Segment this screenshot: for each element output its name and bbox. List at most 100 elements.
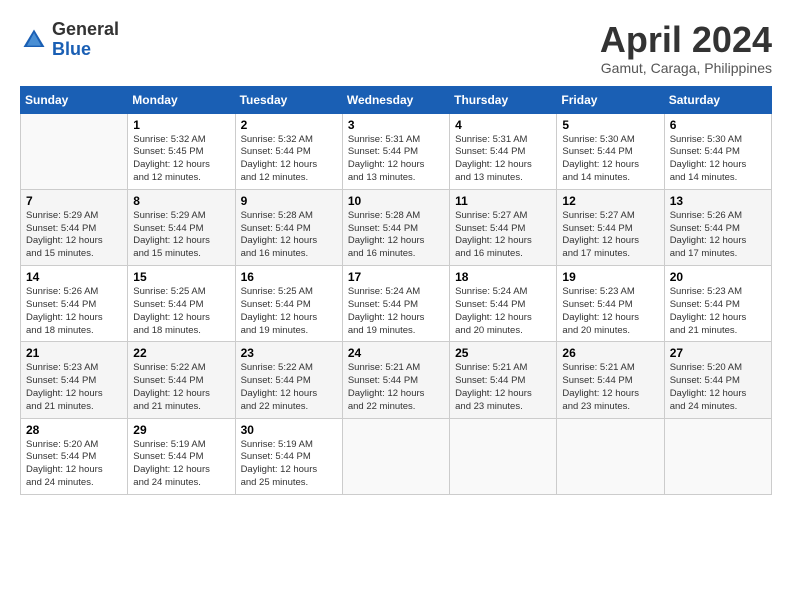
- calendar-week-row: 7 Sunrise: 5:29 AM Sunset: 5:44 PM Daylig…: [21, 189, 772, 265]
- calendar-cell: [21, 113, 128, 189]
- day-info: Sunrise: 5:22 AM Sunset: 5:44 PM Dayligh…: [241, 362, 337, 413]
- day-number: 28: [26, 423, 122, 437]
- day-info: Sunrise: 5:28 AM Sunset: 5:44 PM Dayligh…: [241, 210, 337, 261]
- calendar-cell: 10 Sunrise: 5:28 AM Sunset: 5:44 PM Dayli…: [342, 189, 449, 265]
- day-number: 18: [455, 270, 551, 284]
- day-number: 2: [241, 118, 337, 132]
- day-number: 25: [455, 346, 551, 360]
- day-info: Sunrise: 5:26 AM Sunset: 5:44 PM Dayligh…: [26, 286, 122, 337]
- calendar-cell: 18 Sunrise: 5:24 AM Sunset: 5:44 PM Dayli…: [450, 266, 557, 342]
- calendar-cell: 3Sunrise: 5:31 AM Sunset: 5:44 PM Daylig…: [342, 113, 449, 189]
- logo-icon: [20, 26, 48, 54]
- day-number: 16: [241, 270, 337, 284]
- day-number: 1: [133, 118, 229, 132]
- calendar-cell: 21Sunrise: 5:23 AM Sunset: 5:44 PM Dayli…: [21, 342, 128, 418]
- day-info: Sunrise: 5:19 AM Sunset: 5:44 PM Dayligh…: [241, 439, 337, 490]
- day-info: Sunrise: 5:22 AM Sunset: 5:44 PM Dayligh…: [133, 362, 229, 413]
- day-of-week-header: Saturday: [664, 86, 771, 113]
- day-info: Sunrise: 5:19 AM Sunset: 5:44 PM Dayligh…: [133, 439, 229, 490]
- calendar-cell: 22 Sunrise: 5:22 AM Sunset: 5:44 PM Dayli…: [128, 342, 235, 418]
- calendar-cell: 24 Sunrise: 5:21 AM Sunset: 5:44 PM Dayli…: [342, 342, 449, 418]
- day-number: 9: [241, 194, 337, 208]
- day-of-week-header: Monday: [128, 86, 235, 113]
- day-number: 6: [670, 118, 766, 132]
- calendar-cell: 7 Sunrise: 5:29 AM Sunset: 5:44 PM Daylig…: [21, 189, 128, 265]
- day-number: 19: [562, 270, 658, 284]
- day-number: 10: [348, 194, 444, 208]
- calendar-cell: [664, 418, 771, 494]
- location-subtitle: Gamut, Caraga, Philippines: [600, 60, 772, 76]
- day-number: 7: [26, 194, 122, 208]
- day-number: 23: [241, 346, 337, 360]
- logo-text: General Blue: [52, 20, 119, 60]
- calendar-header: SundayMondayTuesdayWednesdayThursdayFrid…: [21, 86, 772, 113]
- calendar-cell: 16 Sunrise: 5:25 AM Sunset: 5:44 PM Dayli…: [235, 266, 342, 342]
- calendar-cell: 27Sunrise: 5:20 AM Sunset: 5:44 PM Dayli…: [664, 342, 771, 418]
- day-info: Sunrise: 5:30 AM Sunset: 5:44 PM Dayligh…: [670, 134, 766, 185]
- calendar-week-row: 21Sunrise: 5:23 AM Sunset: 5:44 PM Dayli…: [21, 342, 772, 418]
- day-info: Sunrise: 5:32 AM Sunset: 5:44 PM Dayligh…: [241, 134, 337, 185]
- day-header-row: SundayMondayTuesdayWednesdayThursdayFrid…: [21, 86, 772, 113]
- calendar-week-row: 1Sunrise: 5:32 AM Sunset: 5:45 PM Daylig…: [21, 113, 772, 189]
- day-info: Sunrise: 5:30 AM Sunset: 5:44 PM Dayligh…: [562, 134, 658, 185]
- day-info: Sunrise: 5:21 AM Sunset: 5:44 PM Dayligh…: [348, 362, 444, 413]
- day-info: Sunrise: 5:23 AM Sunset: 5:44 PM Dayligh…: [670, 286, 766, 337]
- day-number: 26: [562, 346, 658, 360]
- calendar-cell: 17Sunrise: 5:24 AM Sunset: 5:44 PM Dayli…: [342, 266, 449, 342]
- calendar-cell: [557, 418, 664, 494]
- day-info: Sunrise: 5:29 AM Sunset: 5:44 PM Dayligh…: [133, 210, 229, 261]
- calendar-cell: 2 Sunrise: 5:32 AM Sunset: 5:44 PM Daylig…: [235, 113, 342, 189]
- day-number: 4: [455, 118, 551, 132]
- day-number: 24: [348, 346, 444, 360]
- day-info: Sunrise: 5:21 AM Sunset: 5:44 PM Dayligh…: [562, 362, 658, 413]
- header: General Blue April 2024 Gamut, Caraga, P…: [20, 20, 772, 76]
- calendar-body: 1Sunrise: 5:32 AM Sunset: 5:45 PM Daylig…: [21, 113, 772, 494]
- calendar-cell: 15 Sunrise: 5:25 AM Sunset: 5:44 PM Dayli…: [128, 266, 235, 342]
- month-title: April 2024: [600, 20, 772, 60]
- calendar-cell: 11Sunrise: 5:27 AM Sunset: 5:44 PM Dayli…: [450, 189, 557, 265]
- calendar-cell: 23 Sunrise: 5:22 AM Sunset: 5:44 PM Dayli…: [235, 342, 342, 418]
- logo: General Blue: [20, 20, 119, 60]
- day-info: Sunrise: 5:23 AM Sunset: 5:44 PM Dayligh…: [562, 286, 658, 337]
- calendar-table: SundayMondayTuesdayWednesdayThursdayFrid…: [20, 86, 772, 495]
- logo-general-text: General: [52, 20, 119, 40]
- calendar-week-row: 14Sunrise: 5:26 AM Sunset: 5:44 PM Dayli…: [21, 266, 772, 342]
- day-info: Sunrise: 5:25 AM Sunset: 5:44 PM Dayligh…: [133, 286, 229, 337]
- day-info: Sunrise: 5:29 AM Sunset: 5:44 PM Dayligh…: [26, 210, 122, 261]
- day-of-week-header: Thursday: [450, 86, 557, 113]
- calendar-cell: 19 Sunrise: 5:23 AM Sunset: 5:44 PM Dayli…: [557, 266, 664, 342]
- day-info: Sunrise: 5:26 AM Sunset: 5:44 PM Dayligh…: [670, 210, 766, 261]
- calendar-cell: 1Sunrise: 5:32 AM Sunset: 5:45 PM Daylig…: [128, 113, 235, 189]
- calendar-cell: 4Sunrise: 5:31 AM Sunset: 5:44 PM Daylig…: [450, 113, 557, 189]
- day-info: Sunrise: 5:25 AM Sunset: 5:44 PM Dayligh…: [241, 286, 337, 337]
- day-info: Sunrise: 5:20 AM Sunset: 5:44 PM Dayligh…: [26, 439, 122, 490]
- day-number: 15: [133, 270, 229, 284]
- day-number: 22: [133, 346, 229, 360]
- day-info: Sunrise: 5:23 AM Sunset: 5:44 PM Dayligh…: [26, 362, 122, 413]
- day-number: 27: [670, 346, 766, 360]
- calendar-cell: 26 Sunrise: 5:21 AM Sunset: 5:44 PM Dayli…: [557, 342, 664, 418]
- calendar-cell: 25 Sunrise: 5:21 AM Sunset: 5:44 PM Dayli…: [450, 342, 557, 418]
- calendar-cell: 14Sunrise: 5:26 AM Sunset: 5:44 PM Dayli…: [21, 266, 128, 342]
- day-number: 20: [670, 270, 766, 284]
- day-info: Sunrise: 5:24 AM Sunset: 5:44 PM Dayligh…: [455, 286, 551, 337]
- calendar-cell: [342, 418, 449, 494]
- calendar-cell: [450, 418, 557, 494]
- day-of-week-header: Sunday: [21, 86, 128, 113]
- calendar-cell: 8 Sunrise: 5:29 AM Sunset: 5:44 PM Daylig…: [128, 189, 235, 265]
- calendar-cell: 6 Sunrise: 5:30 AM Sunset: 5:44 PM Daylig…: [664, 113, 771, 189]
- calendar-cell: 20 Sunrise: 5:23 AM Sunset: 5:44 PM Dayli…: [664, 266, 771, 342]
- day-number: 12: [562, 194, 658, 208]
- calendar-cell: 5Sunrise: 5:30 AM Sunset: 5:44 PM Daylig…: [557, 113, 664, 189]
- day-of-week-header: Tuesday: [235, 86, 342, 113]
- day-of-week-header: Friday: [557, 86, 664, 113]
- calendar-cell: 13 Sunrise: 5:26 AM Sunset: 5:44 PM Dayli…: [664, 189, 771, 265]
- day-info: Sunrise: 5:28 AM Sunset: 5:44 PM Dayligh…: [348, 210, 444, 261]
- day-info: Sunrise: 5:21 AM Sunset: 5:44 PM Dayligh…: [455, 362, 551, 413]
- calendar-cell: 30Sunrise: 5:19 AM Sunset: 5:44 PM Dayli…: [235, 418, 342, 494]
- title-area: April 2024 Gamut, Caraga, Philippines: [600, 20, 772, 76]
- logo-blue-text: Blue: [52, 40, 119, 60]
- calendar-cell: 28 Sunrise: 5:20 AM Sunset: 5:44 PM Dayli…: [21, 418, 128, 494]
- day-number: 13: [670, 194, 766, 208]
- day-number: 8: [133, 194, 229, 208]
